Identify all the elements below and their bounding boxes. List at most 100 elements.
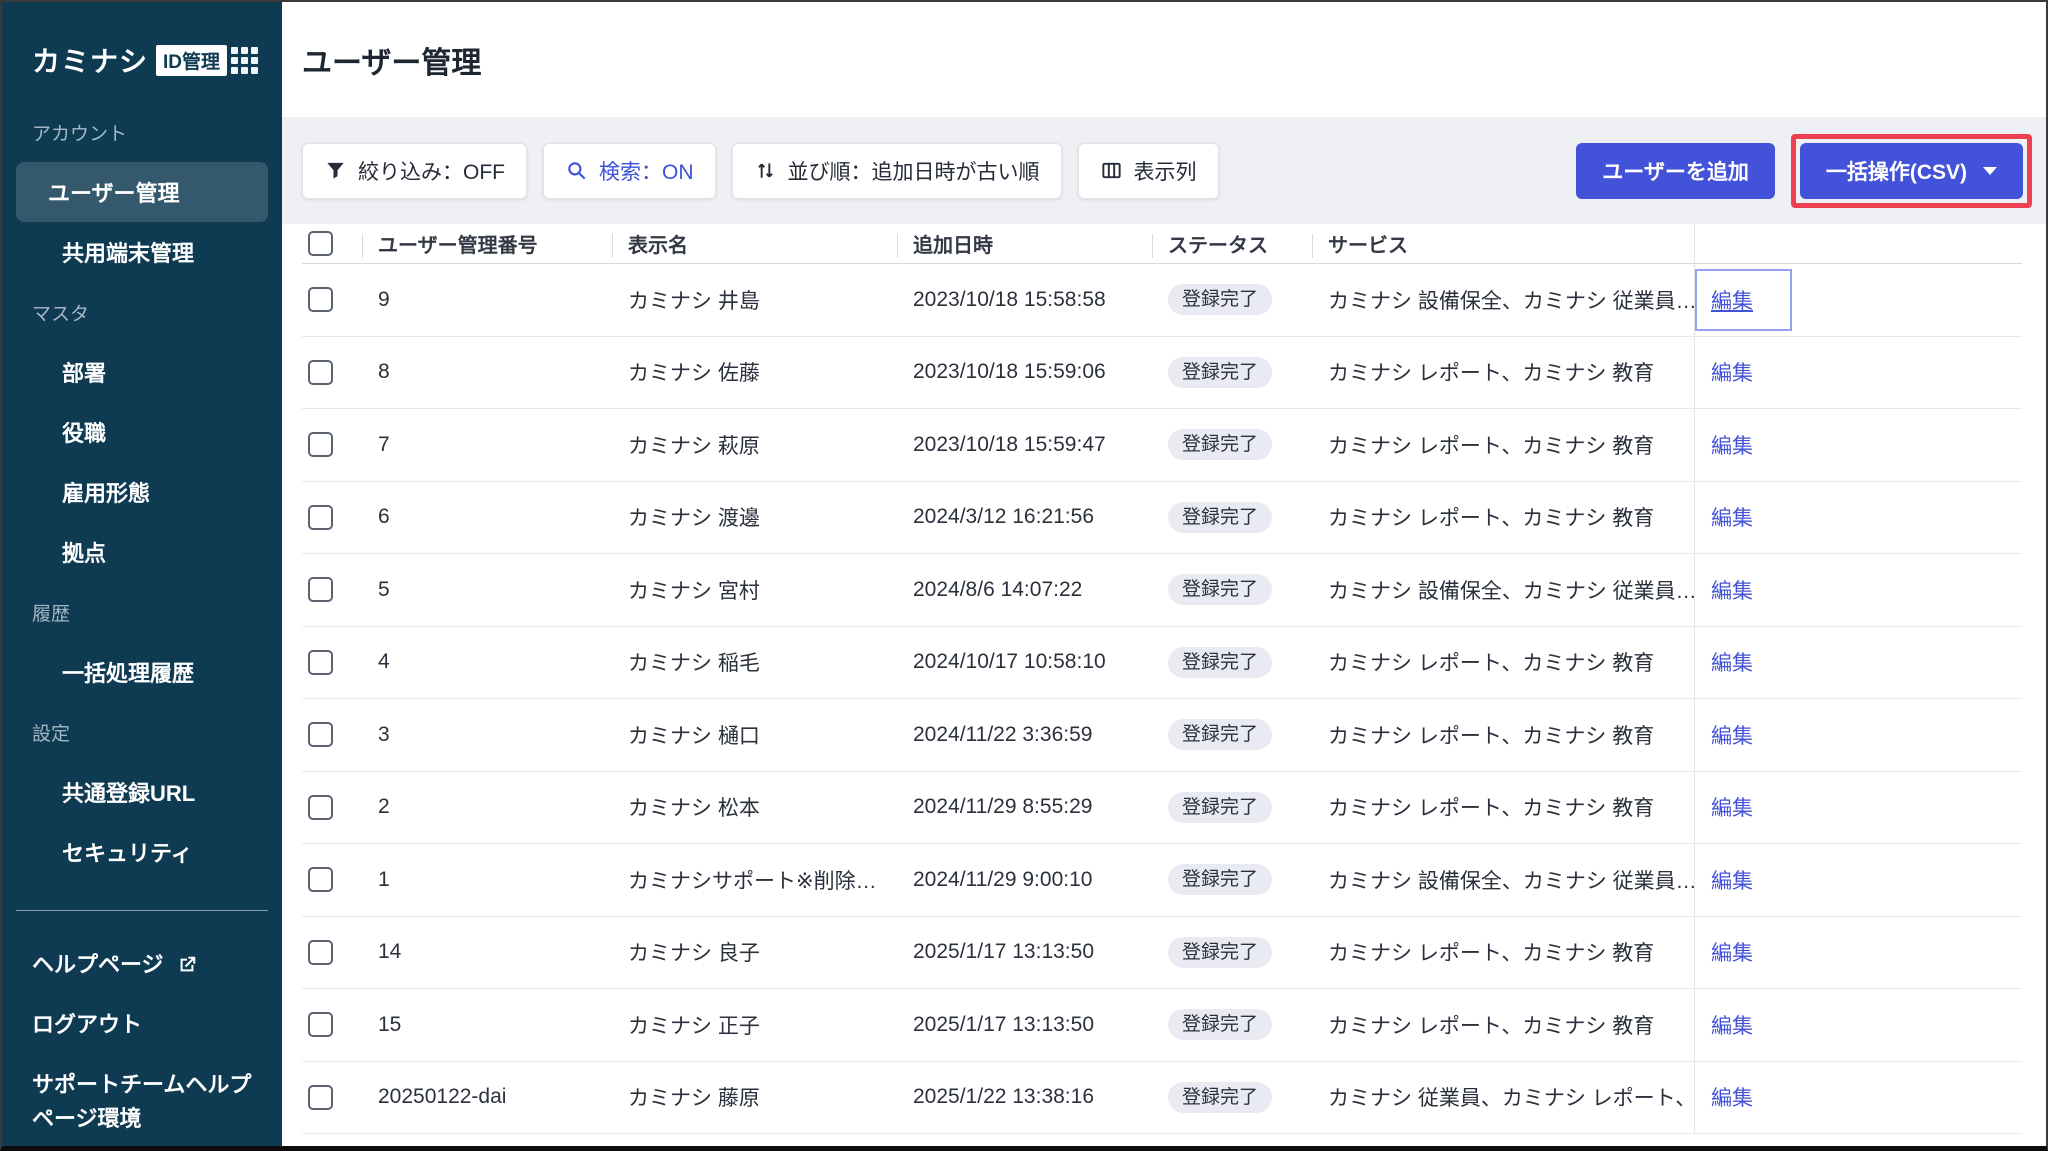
edit-link[interactable]: 編集 [1711, 357, 1753, 387]
cell-display-name: カミナシ 萩原 [628, 434, 760, 458]
edit-link[interactable]: 編集 [1711, 430, 1753, 460]
row-checkbox[interactable] [308, 432, 333, 458]
sidebar-item[interactable]: 共用端末管理 [16, 222, 268, 282]
sidebar-footer-item[interactable]: ログアウト [2, 995, 282, 1055]
cell-added-at: 2025/1/17 13:13:50 [913, 1012, 1095, 1036]
columns-toolbar-button[interactable]: 表示列 [1077, 142, 1219, 199]
sidebar-nav: アカウント ユーザー管理 共用端末管理 マスタ 部署 役職 雇用形態 拠点 履歴 一括処理履歴 設定… [2, 102, 282, 882]
cell-display-name: カミナシ 松本 [628, 797, 760, 821]
table-body: 9 カミナシ 井島 2023/10/18 15:58:58 登録完了 カミナシ 設備保全… [302, 264, 2022, 1134]
row-checkbox[interactable] [308, 722, 333, 748]
table-row: 7 カミナシ 萩原 2023/10/18 15:59:47 登録完了 カミナシ レポート… [302, 409, 2022, 482]
cell-edit: 編集 [1694, 409, 1792, 481]
sidebar-item[interactable]: 雇用形態 [16, 462, 268, 522]
cell-edit: 編集 [1694, 264, 1792, 336]
row-checkbox[interactable] [308, 794, 333, 820]
cell-services: カミナシ 設備保全、カミナシ 従業員… [1328, 869, 1694, 893]
edit-link[interactable]: 編集 [1711, 937, 1753, 967]
cell-user-id: 2 [378, 795, 390, 819]
cell-user-id: 5 [378, 577, 390, 601]
edit-link[interactable]: 編集 [1711, 575, 1753, 605]
cell-added-at: 2023/10/18 15:59:47 [913, 432, 1106, 456]
cell-services: カミナシ レポート、カミナシ 教育 [1328, 652, 1655, 676]
cell-edit: 編集 [1694, 989, 1792, 1061]
row-checkbox[interactable] [308, 359, 333, 385]
cell-edit: 編集 [1694, 626, 1792, 698]
edit-link[interactable]: 編集 [1711, 1082, 1753, 1112]
sidebar-item[interactable]: ユーザー管理 [16, 162, 268, 222]
edit-link[interactable]: 編集 [1711, 285, 1753, 315]
cell-user-id: 4 [378, 650, 390, 674]
cell-user-id: 8 [378, 360, 390, 384]
sidebar-item[interactable]: セキュリティ [16, 822, 268, 882]
cell-display-name: カミナシ 藤原 [628, 1087, 760, 1111]
sidebar-item[interactable]: 部署 [16, 342, 268, 402]
sidebar-section: アカウント ユーザー管理 共用端末管理 [2, 102, 282, 282]
header-added-at: 追加日時 [897, 229, 1152, 258]
cell-added-at: 2025/1/17 13:13:50 [913, 940, 1095, 964]
cell-edit: 編集 [1694, 336, 1792, 408]
edit-link[interactable]: 編集 [1711, 647, 1753, 677]
row-checkbox[interactable] [308, 577, 333, 603]
cell-display-name: カミナシサポート※削除… [628, 869, 877, 893]
sidebar-section-label: 履歴 [32, 603, 71, 625]
cell-user-id: 1 [378, 867, 390, 891]
row-checkbox[interactable] [308, 867, 333, 893]
sidebar-item[interactable]: 共通登録URL [16, 762, 268, 822]
page-title: ユーザー管理 [302, 46, 482, 80]
table-row: 15 カミナシ 正子 2025/1/17 13:13:50 登録完了 カミナシ レポート… [302, 989, 2022, 1062]
add-user-button[interactable]: ユーザーを追加 [1576, 142, 1775, 199]
logo-row: カミナシ ID管理 [2, 2, 282, 80]
row-checkbox[interactable] [308, 287, 333, 313]
row-checkbox[interactable] [308, 649, 333, 675]
toolbar-left-group: 絞り込み：OFF 検索：ON 並び順：追加日時が古い順 表示列 [302, 142, 1219, 199]
sidebar-item[interactable]: 拠点 [16, 522, 268, 582]
cell-user-id: 6 [378, 505, 390, 529]
cell-services: カミナシ レポート、カミナシ 教育 [1328, 797, 1655, 821]
row-checkbox[interactable] [308, 939, 333, 965]
toolbar-button-label: 表示列 [1133, 160, 1197, 184]
apps-grid-icon[interactable] [231, 46, 258, 74]
cell-services: カミナシ レポート、カミナシ 教育 [1328, 362, 1655, 386]
table-row: 20250122-dai カミナシ 藤原 2025/1/22 13:38:16 登録完… [302, 1061, 2022, 1134]
cell-edit: 編集 [1694, 1061, 1792, 1133]
edit-link[interactable]: 編集 [1711, 792, 1753, 822]
table-row: 14 カミナシ 良子 2025/1/17 13:13:50 登録完了 カミナシ レポート… [302, 916, 2022, 989]
sidebar-footer-item[interactable]: サポートチームヘルプページ環境 [2, 1055, 282, 1146]
filter-toolbar-button[interactable]: 絞り込み：OFF [302, 142, 527, 199]
brand-logo: カミナシ [32, 46, 149, 77]
sort-icon [754, 159, 777, 182]
bulk-operation-button[interactable]: 一括操作(CSV) [1799, 142, 2023, 199]
table-row: 5 カミナシ 宮村 2024/8/6 14:07:22 登録完了 カミナシ 設備保全、カ… [302, 554, 2022, 627]
sidebar-section-label: 設定 [32, 723, 71, 745]
header-status: ステータス [1152, 229, 1312, 258]
sidebar: カミナシ ID管理 アカウント ユーザー管理 共用端末管理マスタ部署 役職 雇用形態 拠点… [2, 2, 282, 1146]
status-badge: 登録完了 [1168, 574, 1273, 606]
header-edit [1694, 224, 1792, 263]
sidebar-item[interactable]: 一括処理履歴 [16, 642, 268, 702]
row-checkbox[interactable] [308, 504, 333, 530]
edit-link[interactable]: 編集 [1711, 865, 1753, 895]
header-user-id: ユーザー管理番号 [362, 229, 612, 258]
cell-display-name: カミナシ 渡邊 [628, 507, 760, 531]
caret-down-icon [1983, 166, 1997, 175]
edit-link[interactable]: 編集 [1711, 720, 1753, 750]
search-toolbar-button[interactable]: 検索：ON [543, 142, 716, 199]
sidebar-item[interactable]: 役職 [16, 402, 268, 462]
cell-added-at: 2024/10/17 10:58:10 [913, 650, 1106, 674]
edit-link[interactable]: 編集 [1711, 1010, 1753, 1040]
status-badge: 登録完了 [1168, 646, 1273, 678]
sidebar-footer-item[interactable]: ヘルプページ [2, 935, 282, 995]
sort-toolbar-button[interactable]: 並び順：追加日時が古い順 [731, 142, 1062, 199]
edit-link[interactable]: 編集 [1711, 502, 1753, 532]
table-row: 4 カミナシ 稲毛 2024/10/17 10:58:10 登録完了 カミナシ レポート… [302, 626, 2022, 699]
table-row: 1 カミナシサポート※削除… 2024/11/29 9:00:10 登録完了 カミナシ … [302, 844, 2022, 917]
toolbar-button-label: 絞り込み：OFF [358, 160, 505, 184]
row-checkbox[interactable] [308, 1012, 333, 1038]
sidebar-section: 設定共通登録URL セキュリティ [2, 702, 282, 882]
select-all-checkbox[interactable] [308, 231, 333, 256]
cell-added-at: 2024/11/29 8:55:29 [913, 795, 1093, 819]
sidebar-section-label: マスタ [32, 303, 90, 325]
row-checkbox[interactable] [308, 1084, 333, 1110]
status-badge: 登録完了 [1168, 719, 1273, 751]
